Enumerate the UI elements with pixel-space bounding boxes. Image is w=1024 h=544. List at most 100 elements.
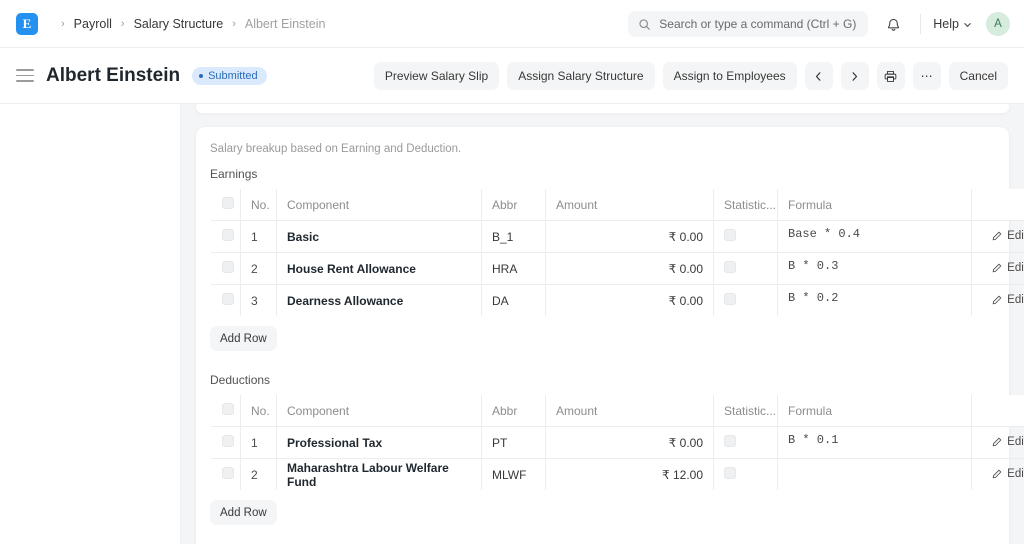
cell-edit[interactable]: Edit bbox=[972, 459, 1024, 491]
cell-component[interactable]: Maharashtra Labour Welfare Fund bbox=[277, 459, 482, 491]
checkbox-icon[interactable] bbox=[222, 403, 234, 415]
cell-component[interactable]: Dearness Allowance bbox=[277, 285, 482, 317]
edit-row-button[interactable]: Edit bbox=[992, 294, 1024, 306]
breadcrumb-item-payroll[interactable]: Payroll bbox=[74, 17, 112, 31]
cell-no: 1 bbox=[241, 427, 277, 459]
hamburger-icon[interactable] bbox=[16, 69, 34, 82]
cell-component[interactable]: House Rent Allowance bbox=[277, 253, 482, 285]
cell-abbr[interactable]: PT bbox=[482, 427, 546, 459]
cell-abbr[interactable]: B_1 bbox=[482, 221, 546, 253]
table-row[interactable]: 1 Professional Tax PT ₹ 0.00 B * 0.1 Edi… bbox=[211, 427, 1024, 459]
next-record-button[interactable] bbox=[841, 62, 869, 90]
edit-row-button[interactable]: Edit bbox=[992, 436, 1024, 448]
cell-formula[interactable]: B * 0.2 bbox=[778, 285, 972, 317]
column-header-no: No. bbox=[241, 189, 277, 221]
row-checkbox-cell[interactable] bbox=[211, 459, 241, 491]
preview-salary-slip-button[interactable]: Preview Salary Slip bbox=[374, 62, 499, 90]
deductions-header-row: No. Component Abbr Amount Statistic... F… bbox=[211, 395, 1024, 427]
cell-component[interactable]: Professional Tax bbox=[277, 427, 482, 459]
cell-edit[interactable]: Edit bbox=[972, 427, 1024, 459]
app-logo[interactable]: E bbox=[16, 13, 38, 35]
cell-formula[interactable]: B * 0.3 bbox=[778, 253, 972, 285]
cell-edit[interactable]: Edit bbox=[972, 221, 1024, 253]
checkbox-icon[interactable] bbox=[222, 467, 234, 479]
cell-statistical[interactable] bbox=[714, 253, 778, 285]
cell-abbr[interactable]: HRA bbox=[482, 253, 546, 285]
salary-breakup-card: Salary breakup based on Earning and Dedu… bbox=[195, 126, 1010, 544]
assign-salary-structure-button[interactable]: Assign Salary Structure bbox=[507, 62, 654, 90]
checkbox-icon[interactable] bbox=[724, 467, 736, 479]
assign-to-employees-button[interactable]: Assign to Employees bbox=[663, 62, 797, 90]
earnings-table: No. Component Abbr Amount Statistic... F… bbox=[210, 188, 1024, 317]
table-row[interactable]: 1 Basic B_1 ₹ 0.00 Base * 0.4 Edit bbox=[211, 221, 1024, 253]
more-options-button[interactable]: ⋯ bbox=[913, 62, 941, 90]
cell-statistical[interactable] bbox=[714, 427, 778, 459]
checkbox-icon[interactable] bbox=[222, 197, 234, 209]
left-sidebar bbox=[0, 104, 181, 544]
checkbox-icon[interactable] bbox=[724, 435, 736, 447]
checkbox-icon[interactable] bbox=[724, 293, 736, 305]
checkbox-icon[interactable] bbox=[222, 293, 234, 305]
row-checkbox-cell[interactable] bbox=[211, 221, 241, 253]
cell-amount[interactable]: ₹ 0.00 bbox=[546, 221, 714, 253]
edit-row-button[interactable]: Edit bbox=[992, 230, 1024, 242]
cell-formula[interactable] bbox=[778, 459, 972, 491]
cell-statistical[interactable] bbox=[714, 459, 778, 491]
column-header-actions bbox=[972, 395, 1024, 427]
section-description: Salary breakup based on Earning and Dedu… bbox=[210, 143, 995, 155]
cell-amount[interactable]: ₹ 0.00 bbox=[546, 285, 714, 317]
top-navbar: E › Payroll › Salary Structure › Albert … bbox=[0, 0, 1024, 48]
cell-abbr[interactable]: MLWF bbox=[482, 459, 546, 491]
column-header-component: Component bbox=[277, 189, 482, 221]
earnings-label: Earnings bbox=[210, 167, 995, 181]
cell-statistical[interactable] bbox=[714, 221, 778, 253]
deductions-add-row-button[interactable]: Add Row bbox=[210, 500, 277, 525]
column-header-abbr: Abbr bbox=[482, 189, 546, 221]
earnings-select-all-header[interactable] bbox=[211, 189, 241, 221]
avatar[interactable]: A bbox=[986, 12, 1010, 36]
row-checkbox-cell[interactable] bbox=[211, 427, 241, 459]
earnings-add-row-button[interactable]: Add Row bbox=[210, 326, 277, 351]
column-header-formula: Formula bbox=[778, 189, 972, 221]
cell-amount[interactable]: ₹ 0.00 bbox=[546, 253, 714, 285]
earnings-header-row: No. Component Abbr Amount Statistic... F… bbox=[211, 189, 1024, 221]
cancel-button[interactable]: Cancel bbox=[949, 62, 1008, 90]
checkbox-icon[interactable] bbox=[222, 229, 234, 241]
previous-section-card-stub bbox=[195, 104, 1010, 114]
print-button[interactable] bbox=[877, 62, 905, 90]
table-row[interactable]: 2 Maharashtra Labour Welfare Fund MLWF ₹… bbox=[211, 459, 1024, 491]
edit-label: Edit bbox=[1007, 468, 1024, 480]
column-header-component: Component bbox=[277, 395, 482, 427]
cell-formula[interactable]: Base * 0.4 bbox=[778, 221, 972, 253]
help-menu-button[interactable]: Help bbox=[927, 13, 978, 35]
breadcrumb-item-current: Albert Einstein bbox=[245, 17, 326, 31]
edit-row-button[interactable]: Edit bbox=[992, 468, 1024, 480]
cell-formula[interactable]: B * 0.1 bbox=[778, 427, 972, 459]
search-input[interactable]: Search or type a command (Ctrl + G) bbox=[628, 11, 868, 37]
edit-label: Edit bbox=[1007, 262, 1024, 274]
cell-statistical[interactable] bbox=[714, 285, 778, 317]
cell-component[interactable]: Basic bbox=[277, 221, 482, 253]
checkbox-icon[interactable] bbox=[222, 435, 234, 447]
cell-edit[interactable]: Edit bbox=[972, 253, 1024, 285]
cell-edit[interactable]: Edit bbox=[972, 285, 1024, 317]
checkbox-icon[interactable] bbox=[724, 229, 736, 241]
breadcrumb-separator: › bbox=[121, 18, 125, 30]
breadcrumb-item-salary-structure[interactable]: Salary Structure bbox=[134, 17, 224, 31]
chevron-left-icon bbox=[813, 71, 824, 82]
previous-record-button[interactable] bbox=[805, 62, 833, 90]
cell-abbr[interactable]: DA bbox=[482, 285, 546, 317]
cell-amount[interactable]: ₹ 12.00 bbox=[546, 459, 714, 491]
checkbox-icon[interactable] bbox=[222, 261, 234, 273]
navbar-divider bbox=[920, 14, 921, 34]
edit-row-button[interactable]: Edit bbox=[992, 262, 1024, 274]
row-checkbox-cell[interactable] bbox=[211, 253, 241, 285]
notifications-button[interactable] bbox=[878, 9, 908, 39]
table-row[interactable]: 2 House Rent Allowance HRA ₹ 0.00 B * 0.… bbox=[211, 253, 1024, 285]
cell-amount[interactable]: ₹ 0.00 bbox=[546, 427, 714, 459]
checkbox-icon[interactable] bbox=[724, 261, 736, 273]
deductions-select-all-header[interactable] bbox=[211, 395, 241, 427]
row-checkbox-cell[interactable] bbox=[211, 285, 241, 317]
page-header: Albert Einstein Submitted Preview Salary… bbox=[0, 48, 1024, 104]
table-row[interactable]: 3 Dearness Allowance DA ₹ 0.00 B * 0.2 E… bbox=[211, 285, 1024, 317]
